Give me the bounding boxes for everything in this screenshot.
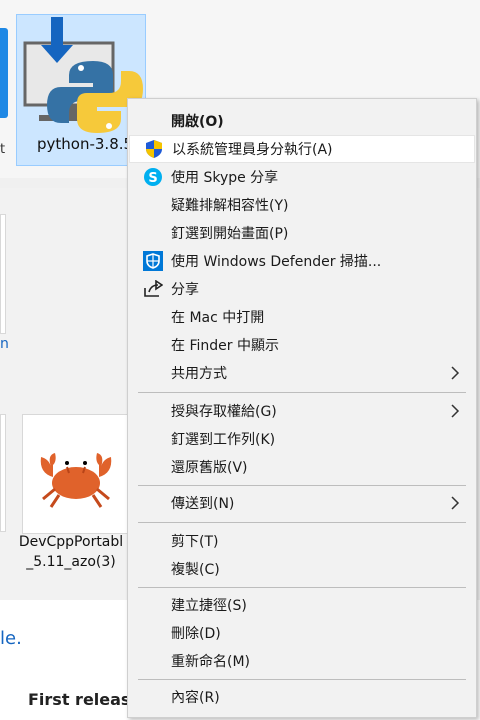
menu-item-label: 以系統管理員身分執行(A) <box>172 142 333 158</box>
menu-item-copy[interactable]: 複製(C) <box>129 555 475 583</box>
page-link-text[interactable]: le. <box>0 628 22 649</box>
menu-separator <box>138 522 466 523</box>
chevron-right-icon <box>451 404 460 418</box>
menu-separator <box>138 392 466 393</box>
menu-item-label: 重新命名(M) <box>171 654 251 670</box>
menu-item-label: 疑難排解相容性(Y) <box>171 198 289 214</box>
partial-card[interactable] <box>0 414 6 532</box>
skype-icon: S <box>139 168 167 186</box>
chevron-right-icon <box>451 366 460 380</box>
uac-shield-icon <box>140 139 168 159</box>
partial-file-label: t <box>0 142 6 157</box>
menu-item-show-in-finder[interactable]: 在 Finder 中顯示 <box>129 331 475 359</box>
menu-item-properties[interactable]: 內容(R) <box>129 683 475 711</box>
menu-separator <box>138 587 466 588</box>
menu-item-label: 釘選到開始畫面(P) <box>171 226 289 242</box>
menu-item-open-in-mac[interactable]: 在 Mac 中打開 <box>129 303 475 331</box>
defender-icon <box>139 251 167 271</box>
devcpp-name-line1: DevCppPortabl <box>18 534 124 550</box>
menu-item-open-with[interactable]: 共用方式 <box>129 359 475 387</box>
menu-item-open[interactable]: 開啟(O) <box>129 107 475 135</box>
share-icon <box>139 280 167 298</box>
menu-item-share-skype[interactable]: S 使用 Skype 分享 <box>129 163 475 191</box>
menu-item-troubleshoot[interactable]: 疑難排解相容性(Y) <box>129 191 475 219</box>
menu-separator <box>138 679 466 680</box>
partial-folder-icon[interactable] <box>0 28 8 118</box>
menu-item-label: 在 Mac 中打開 <box>171 310 265 326</box>
menu-item-label: 剪下(T) <box>171 534 219 550</box>
menu-item-label: 複製(C) <box>171 562 220 578</box>
context-menu: 開啟(O) 以系統管理員身分執行(A) S 使用 Skype 分享 疑難排解相容… <box>127 98 477 718</box>
menu-item-create-shortcut[interactable]: 建立捷徑(S) <box>129 591 475 619</box>
menu-item-label: 在 Finder 中顯示 <box>171 338 279 354</box>
menu-item-cut[interactable]: 剪下(T) <box>129 527 475 555</box>
devcpp-name-line2: _5.11_azo(3) <box>26 554 116 570</box>
menu-item-label: 使用 Skype 分享 <box>171 170 279 186</box>
menu-separator <box>138 485 466 486</box>
menu-item-label: 使用 Windows Defender 掃描... <box>171 254 382 270</box>
menu-item-label: 內容(R) <box>171 690 220 706</box>
menu-item-label: 分享 <box>171 282 199 298</box>
menu-item-label: 傳送到(N) <box>171 496 235 512</box>
menu-item-pin-taskbar[interactable]: 釘選到工作列(K) <box>129 425 475 453</box>
menu-item-run-as-admin[interactable]: 以系統管理員身分執行(A) <box>129 135 475 163</box>
menu-item-pin-start[interactable]: 釘選到開始畫面(P) <box>129 219 475 247</box>
menu-item-delete[interactable]: 刪除(D) <box>129 619 475 647</box>
menu-item-label: 還原舊版(V) <box>171 460 248 476</box>
menu-item-label: 開啟(O) <box>171 114 224 130</box>
menu-item-rename[interactable]: 重新命名(M) <box>129 647 475 675</box>
menu-item-defender-scan[interactable]: 使用 Windows Defender 掃描... <box>129 247 475 275</box>
menu-item-send-to[interactable]: 傳送到(N) <box>129 489 475 517</box>
menu-item-label: 授與存取權給(G) <box>171 404 277 420</box>
partial-card[interactable] <box>0 214 6 334</box>
menu-item-label: 建立捷徑(S) <box>171 598 247 614</box>
menu-item-label: 刪除(D) <box>171 626 221 642</box>
svg-text:S: S <box>148 171 157 186</box>
devcpp-file[interactable] <box>22 414 128 534</box>
chevron-right-icon <box>451 496 460 510</box>
menu-item-label: 釘選到工作列(K) <box>171 432 276 448</box>
partial-card-label: n <box>0 336 9 352</box>
menu-item-grant-access[interactable]: 授與存取權給(G) <box>129 397 475 425</box>
menu-item-label: 共用方式 <box>171 366 227 382</box>
menu-item-share[interactable]: 分享 <box>129 275 475 303</box>
first-release-heading: First release <box>28 690 142 709</box>
crab-icon <box>40 453 112 508</box>
devcpp-file-name: DevCppPortabl _5.11_azo(3) <box>6 532 136 572</box>
menu-item-restore-previous[interactable]: 還原舊版(V) <box>129 453 475 481</box>
